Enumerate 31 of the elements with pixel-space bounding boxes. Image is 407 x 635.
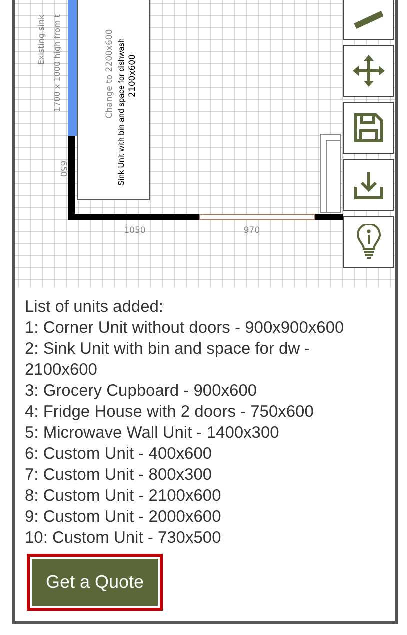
unit-label: 2100x600 bbox=[128, 54, 138, 98]
move-icon bbox=[352, 55, 384, 87]
unit-list-item: 5: Microwave Wall Unit - 1400x300 bbox=[25, 423, 280, 444]
unit-list-item: 1: Corner Unit without doors - 900x900x600 bbox=[25, 318, 346, 339]
move-tool-button[interactable] bbox=[343, 45, 394, 97]
dimension-label: 970 bbox=[244, 226, 260, 236]
save-tool-button[interactable] bbox=[343, 102, 394, 154]
wall-note: Existing sink bbox=[37, 14, 46, 66]
save-icon bbox=[352, 112, 384, 144]
unit-list-item: 10: Custom Unit - 730x500 bbox=[25, 528, 222, 549]
unit-label: Sink Unit with bin and space for dishwash bbox=[117, 38, 126, 186]
unit-label: Change to 2200x600 bbox=[105, 29, 115, 119]
unit-list-item: 4: Fridge House with 2 doors - 750x600 bbox=[25, 402, 315, 423]
unit-list-item: 9: Custom Unit - 2000x600 bbox=[25, 507, 222, 528]
wall bbox=[315, 214, 343, 220]
download-tool-button[interactable] bbox=[343, 159, 394, 211]
unit-list-item: 6: Custom Unit - 400x600 bbox=[25, 444, 214, 465]
unit-list-item: 7: Custom Unit - 800x300 bbox=[25, 465, 214, 486]
wall-note: 1700 x 1000 high from t bbox=[53, 14, 62, 112]
dimension-label: 1050 bbox=[124, 226, 146, 236]
unit-list-item: 8: Custom Unit - 2100x600 bbox=[25, 486, 222, 507]
get-quote-button[interactable]: Get a Quote bbox=[30, 557, 160, 608]
lightbulb-icon bbox=[356, 224, 382, 260]
unit-list-item: 3: Grocery Cupboard - 900x600 bbox=[25, 381, 258, 402]
ruler-tool-button[interactable] bbox=[343, 0, 394, 40]
unit-list-item: 2: Sink Unit with bin and space for dw - 2100x600 bbox=[25, 339, 312, 381]
sink-unit[interactable] bbox=[77, 0, 150, 200]
download-icon bbox=[352, 169, 384, 201]
info-tool-button[interactable] bbox=[343, 216, 394, 268]
dimension-label: 650 bbox=[58, 160, 68, 178]
units-heading: List of units added: bbox=[25, 297, 165, 318]
